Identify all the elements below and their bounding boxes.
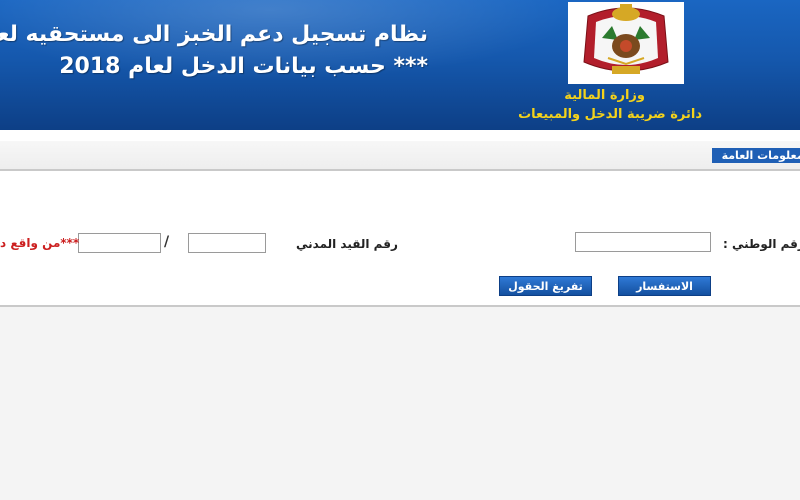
jordan-coat-of-arms-icon: [568, 2, 684, 84]
department-name: دائرة ضريبة الدخل والمبيعات: [518, 107, 702, 122]
section-bar: [0, 141, 800, 171]
section-tab-general-info: المعلومات العامة: [712, 148, 800, 163]
civil-record-separator: /: [164, 234, 170, 250]
civil-record-label: رقم القيد المدني: [296, 237, 398, 251]
civil-record-office-input[interactable]: [78, 233, 161, 253]
clear-fields-button[interactable]: تفريغ الحقول: [499, 276, 592, 296]
query-button[interactable]: الاستفسار: [618, 276, 711, 296]
ministry-name: وزارة المالية: [564, 88, 645, 103]
national-id-label: الرقم الوطني :: [723, 237, 800, 251]
civil-record-number-input[interactable]: [188, 233, 266, 253]
content-area: [0, 307, 800, 500]
page-title: نظام تسجيل دعم الخبز الى مستحقيه لعام 20…: [0, 22, 428, 47]
hint-text: ***من واقع د: [0, 236, 80, 250]
header-banner: نظام تسجيل دعم الخبز الى مستحقيه لعام 20…: [0, 0, 800, 130]
national-id-input[interactable]: [575, 232, 711, 252]
page-subtitle: *** حسب بيانات الدخل لعام 2018: [59, 54, 428, 79]
